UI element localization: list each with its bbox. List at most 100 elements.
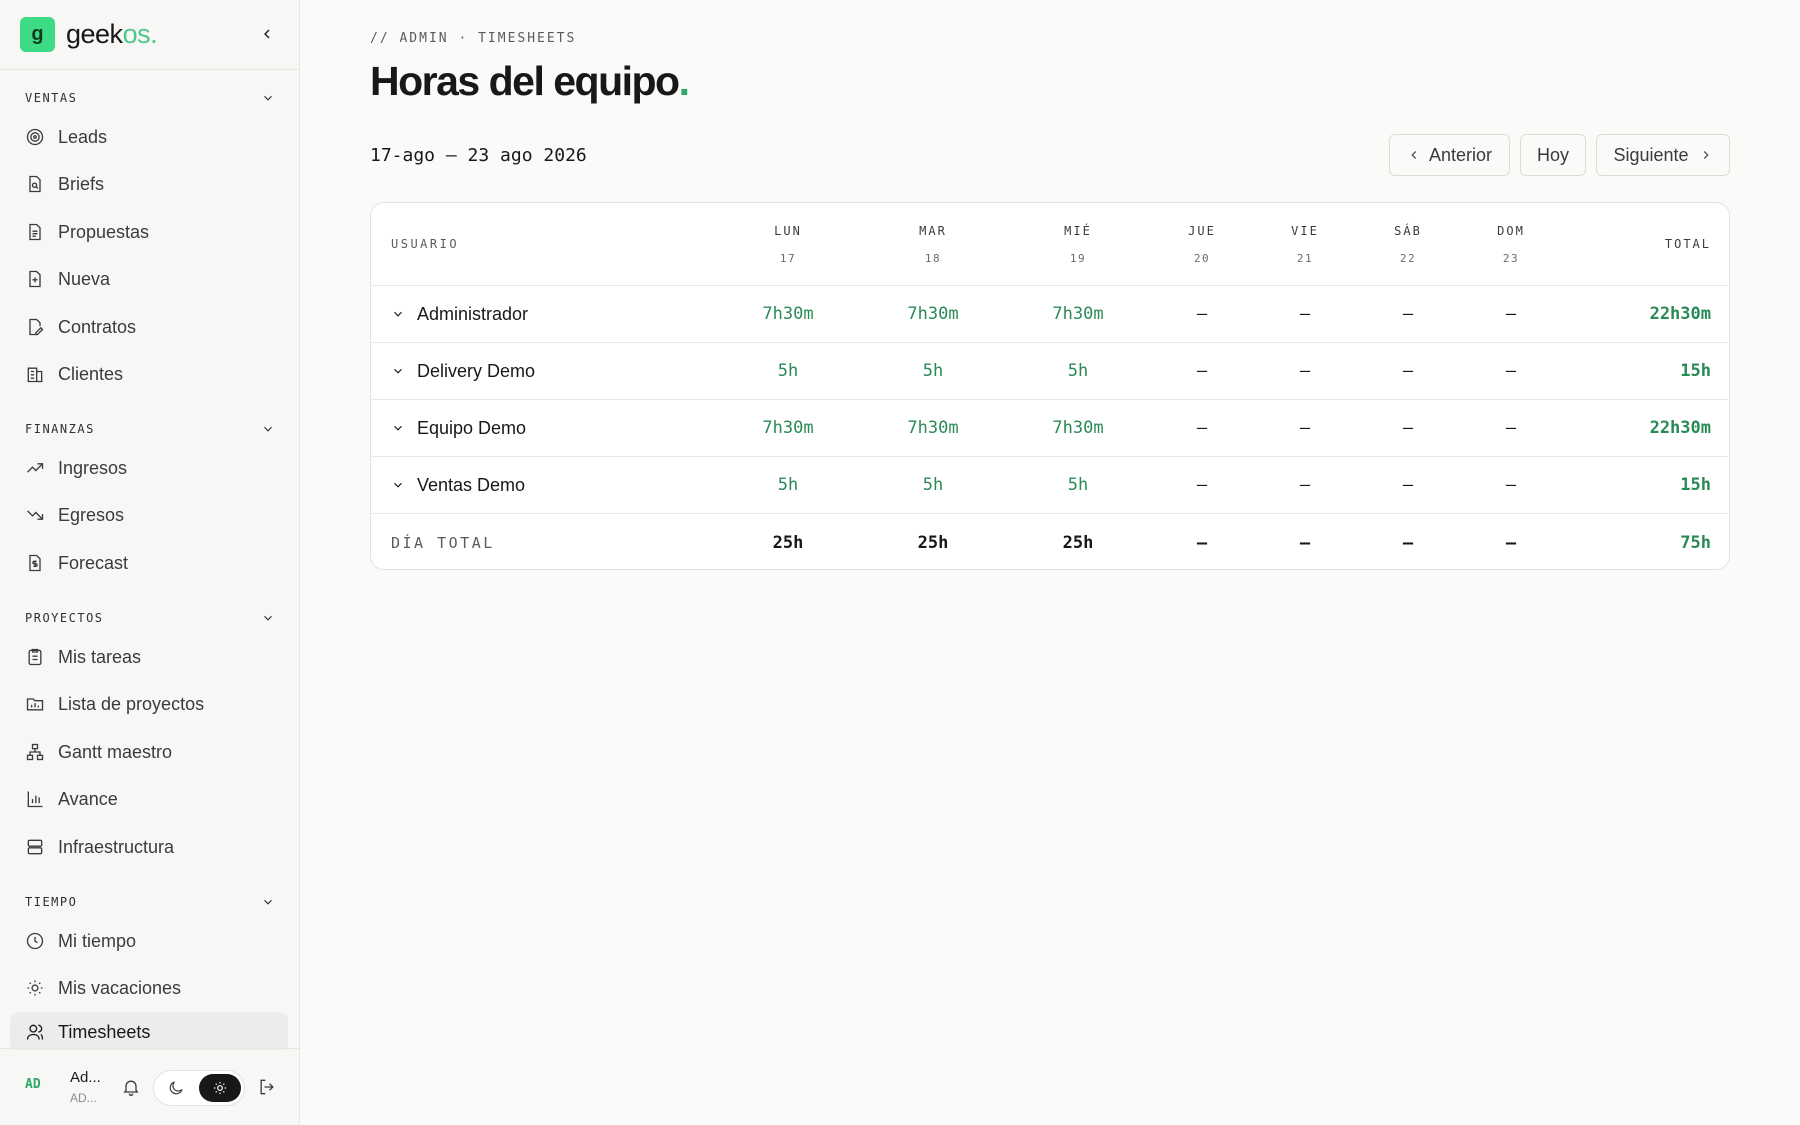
day-number: 17 [779,251,797,265]
hours-cell[interactable]: — [1152,343,1252,399]
user-toggle[interactable]: Administrador [391,286,528,342]
hours-cell[interactable]: 7h30m [738,400,838,456]
hours-cell[interactable]: — [1152,286,1252,342]
hours-cell[interactable]: 7h30m [1028,400,1128,456]
logo-icon[interactable]: g [20,17,55,52]
sidebar-item-mi-tiempo[interactable]: Mi tiempo [10,921,288,961]
bell-icon[interactable] [121,1077,141,1097]
chevron-down-icon [394,425,402,431]
day-name: VIE [1291,223,1319,238]
sidebar-nav: VENTAS Leads Briefs Propuestas Nueva Con… [0,70,300,1050]
next-week-button[interactable]: Siguiente [1596,134,1730,176]
section-tiempo[interactable]: TIEMPO [25,892,275,912]
sidebar-item-gantt-maestro[interactable]: Gantt maestro [10,732,288,772]
hours-cell[interactable]: — [1255,400,1355,456]
hours-cell[interactable]: — [1255,343,1355,399]
hours-cell[interactable]: — [1152,457,1252,513]
user-name: Ad... [70,1069,101,1086]
users-icon [26,1024,44,1040]
day-name: JUE [1188,223,1216,238]
trending-up-icon [27,463,44,473]
next-label: Siguiente [1613,144,1689,165]
sidebar-item-mis-vacaciones[interactable]: Mis vacaciones [10,968,288,1008]
sidebar-item-label: Egresos [58,504,125,525]
sidebar-item-clientes[interactable]: Clientes [10,354,288,394]
sidebar-item-ingresos[interactable]: Ingresos [10,448,288,488]
hours-cell[interactable]: 5h [738,457,838,513]
hours-cell[interactable]: 7h30m [883,286,983,342]
hours-cell[interactable]: 5h [1028,457,1128,513]
file-text-icon [29,223,41,241]
hours-cell[interactable]: — [1461,343,1561,399]
table-row[interactable]: Equipo Demo 7h30m 7h30m 7h30m — — — — 22… [371,400,1729,457]
sidebar-item-forecast[interactable]: Forecast [10,543,288,583]
server-icon [27,839,43,855]
hours-cell[interactable]: — [1358,286,1458,342]
hours-cell[interactable]: — [1461,400,1561,456]
bar-chart-icon [27,791,43,808]
hours-cell[interactable]: 5h [883,343,983,399]
user-toggle[interactable]: Ventas Demo [391,457,525,513]
clipboard-list-icon [28,648,42,666]
day-name: SÁB [1394,223,1422,238]
prev-week-button[interactable]: Anterior [1389,134,1510,176]
hours-cell[interactable]: 7h30m [1028,286,1128,342]
hours-cell[interactable]: — [1358,343,1458,399]
collapse-sidebar-button[interactable] [255,22,279,46]
sidebar-item-lista-proyectos[interactable]: Lista de proyectos [10,684,288,724]
hours-cell[interactable]: 7h30m [883,400,983,456]
avatar[interactable]: AD [25,1077,41,1092]
user-toggle[interactable]: Delivery Demo [391,343,535,399]
total-cell: 15h [1680,361,1711,381]
light-mode-button[interactable] [199,1074,241,1102]
hours-cell[interactable]: — [1461,286,1561,342]
user-name: Delivery Demo [417,360,536,381]
day-name: DOM [1497,223,1525,238]
hours-cell[interactable]: — [1152,400,1252,456]
sidebar-item-label: Briefs [58,173,105,194]
hours-cell[interactable]: — [1461,457,1561,513]
prev-label: Anterior [1428,144,1493,165]
sidebar-item-nueva[interactable]: Nueva [10,259,288,299]
logout-icon[interactable] [257,1077,277,1097]
sidebar-item-timesheets[interactable]: Timesheets [10,1012,288,1050]
section-label: FINANZAS [25,422,95,436]
hours-cell[interactable]: — [1255,457,1355,513]
sidebar-item-mis-tareas[interactable]: Mis tareas [10,637,288,677]
hours-cell[interactable]: — [1358,457,1458,513]
day-number: 20 [1193,251,1211,265]
timesheet-table: USUARIO LUN 17 MAR 18 MIÉ 19 JUE 20 VIE 21 SÁ… [370,202,1730,570]
theme-toggle[interactable] [153,1070,245,1106]
footer-label: DÍA TOTAL [391,533,495,552]
column-header-day: MAR 18 [903,203,963,285]
hours-cell[interactable]: 5h [738,343,838,399]
hours-cell[interactable]: 7h30m [738,286,838,342]
sidebar-item-contratos[interactable]: Contratos [10,307,288,347]
hours-cell[interactable]: — [1255,286,1355,342]
sidebar-item-label: Gantt maestro [58,741,173,762]
table-row[interactable]: Administrador 7h30m 7h30m 7h30m — — — — … [371,286,1729,343]
sidebar-item-egresos[interactable]: Egresos [10,495,288,535]
table-row[interactable]: Delivery Demo 5h 5h 5h — — — — 15h [371,343,1729,400]
sidebar-item-infraestructura[interactable]: Infraestructura [10,827,288,867]
sidebar-item-avance[interactable]: Avance [10,779,288,819]
sidebar-item-label: Leads [58,126,108,147]
moon-icon[interactable] [167,1079,185,1097]
hours-cell[interactable]: — [1358,400,1458,456]
user-toggle[interactable]: Equipo Demo [391,400,526,456]
sidebar-item-label: Ingresos [58,457,128,478]
sidebar-item-briefs[interactable]: Briefs [10,164,288,204]
section-ventas[interactable]: VENTAS [25,88,275,108]
network-icon [26,743,44,761]
section-finanzas[interactable]: FINANZAS [25,419,275,439]
today-button[interactable]: Hoy [1520,134,1586,176]
column-header-day: LUN 17 [758,203,818,285]
total-cell: 15h [1680,475,1711,495]
table-row[interactable]: Ventas Demo 5h 5h 5h — — — — 15h [371,457,1729,514]
sidebar-item-propuestas[interactable]: Propuestas [10,212,288,252]
section-proyectos[interactable]: PROYECTOS [25,608,275,628]
hours-cell[interactable]: 5h [1028,343,1128,399]
sidebar-footer: AD Ad... AD... [0,1048,300,1125]
sidebar-item-leads[interactable]: Leads [10,117,288,157]
hours-cell[interactable]: 5h [883,457,983,513]
